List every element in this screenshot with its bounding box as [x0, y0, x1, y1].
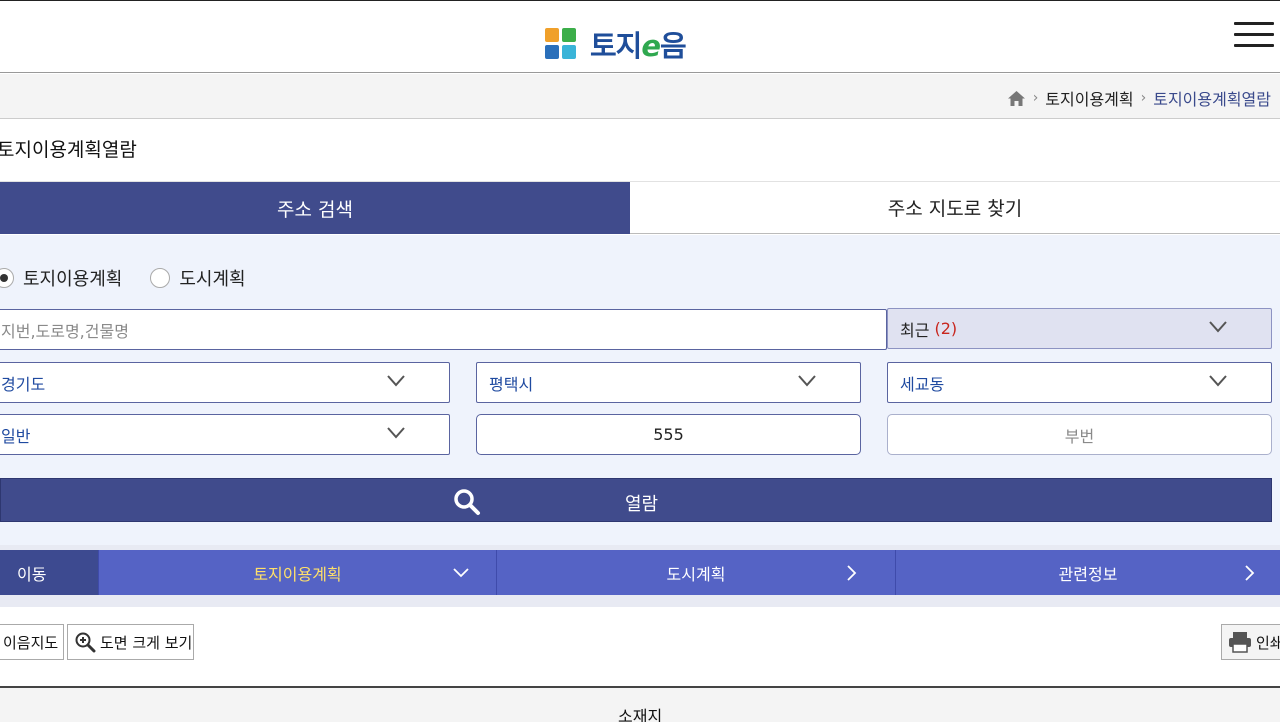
nav-item-label: 도시계획 — [666, 564, 726, 584]
table-column-location: 소재지 — [618, 707, 663, 722]
dong-select[interactable]: 세교동 — [887, 362, 1272, 403]
recent-search-dropdown[interactable]: 최근 (2) — [887, 308, 1272, 349]
zoom-in-icon — [75, 632, 96, 653]
eum-map-label: 이음지도 — [3, 633, 59, 652]
printer-icon — [1229, 632, 1251, 653]
sido-value: 경기도 — [1, 374, 46, 394]
zoom-map-label: 도면 크게 보기 — [100, 633, 193, 652]
sido-select[interactable]: 경기도 — [0, 362, 450, 403]
eum-map-button[interactable]: 이음지도 — [0, 624, 64, 660]
breadcrumb-bar: › 토지이용계획 › 토지이용계획열람 — [0, 74, 1280, 119]
radio-urban-plan[interactable] — [150, 268, 171, 288]
sigungu-value: 평택시 — [489, 374, 534, 394]
chevron-down-icon — [453, 568, 469, 578]
zoom-map-button[interactable]: 도면 크게 보기 — [67, 624, 194, 660]
plan-type-radio-group: 토지이용계획 도시계획 — [0, 265, 246, 291]
chevron-down-icon — [1209, 375, 1227, 387]
land-type-select[interactable]: 일반 — [0, 414, 450, 455]
breadcrumb: › 토지이용계획 › 토지이용계획열람 — [1007, 86, 1271, 110]
recent-search-label: 최근 — [900, 320, 930, 340]
breadcrumb-item-current[interactable]: 토지이용계획열람 — [1153, 86, 1271, 110]
home-icon[interactable] — [1007, 90, 1026, 107]
breadcrumb-separator: › — [1140, 90, 1147, 106]
chevron-right-icon — [847, 565, 857, 581]
dong-value: 세교동 — [900, 374, 945, 394]
sub-number-input[interactable]: 부번 — [887, 414, 1272, 455]
nav-item-label: 토지이용계획 — [253, 564, 342, 584]
site-logo[interactable]: 토지e음 — [545, 23, 687, 65]
chevron-down-icon — [1209, 321, 1227, 333]
sigungu-select[interactable]: 평택시 — [476, 362, 861, 403]
nav-item-related-info[interactable]: 관련정보 — [895, 550, 1280, 595]
chevron-down-icon — [387, 427, 405, 439]
main-number-input[interactable]: 555 — [476, 414, 861, 455]
radio-label-urban-plan: 도시계획 — [179, 269, 246, 290]
recent-search-count: (2) — [934, 319, 958, 338]
print-button[interactable]: 인쇄 — [1221, 624, 1280, 660]
tab-map-search[interactable]: 주소 지도로 찾기 — [630, 182, 1280, 234]
logo-text: 토지e음 — [590, 29, 687, 63]
chevron-down-icon — [387, 375, 405, 387]
tab-address-search[interactable]: 주소 검색 — [0, 182, 630, 234]
radio-land-use-plan[interactable] — [0, 268, 14, 288]
chevron-right-icon — [1245, 565, 1255, 581]
breadcrumb-separator: › — [1032, 90, 1039, 106]
radio-label-land-use-plan: 토지이용계획 — [23, 269, 123, 290]
view-button-label: 열람 — [625, 494, 659, 515]
breadcrumb-item[interactable]: 토지이용계획 — [1045, 86, 1133, 110]
nav-item-urban-plan[interactable]: 도시계획 — [496, 550, 895, 595]
site-header: 토지e음 — [0, 0, 1280, 73]
nav-move-label: 이동 — [0, 550, 98, 595]
nav-item-land-use-plan[interactable]: 토지이용계획 — [98, 550, 496, 595]
logo-icon — [545, 28, 578, 60]
hamburger-menu-icon[interactable] — [1234, 22, 1274, 48]
address-search-input[interactable]: 지번,도로명,건물명 — [0, 309, 887, 350]
info-table-header: 소재지 — [0, 686, 1280, 722]
land-type-value: 일반 — [1, 426, 31, 446]
view-button[interactable]: 열람 — [0, 478, 1272, 522]
search-icon — [454, 489, 480, 515]
chevron-down-icon — [798, 375, 816, 387]
page-title: 토지이용계획열람 — [0, 139, 137, 161]
nav-item-label: 관련정보 — [1058, 564, 1118, 584]
print-label: 인쇄 — [1256, 633, 1280, 652]
section-nav: 이동 토지이용계획 도시계획 관련정보 — [0, 550, 1280, 595]
